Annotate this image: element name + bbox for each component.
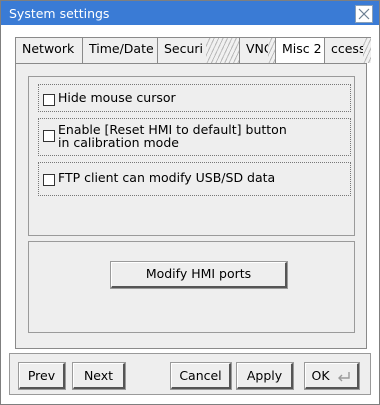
option-label-line-2: in calibration mode — [58, 135, 179, 150]
tab-label: ccess 2.0 — [331, 41, 364, 56]
option-hide-mouse-cursor[interactable]: Hide mouse cursor — [38, 84, 351, 112]
enter-key-icon — [337, 371, 350, 381]
tab-scroll-indicator[interactable] — [363, 37, 371, 63]
tab-time-date[interactable]: Time/Date — [82, 37, 158, 63]
apply-button[interactable]: Apply — [237, 363, 293, 389]
ok-button-label: OK — [311, 368, 330, 383]
misc-tab-panel: Hide mouse cursor Enable [Reset HMI to d… — [15, 63, 367, 349]
tab-label: VNC — [246, 41, 268, 56]
option-label: FTP client can modify USB/SD data — [58, 170, 276, 185]
ok-button[interactable]: OK — [305, 363, 359, 389]
tab-label: Misc 2 — [282, 41, 322, 56]
tab-label: Network — [22, 41, 75, 56]
tab-network[interactable]: Network — [15, 37, 83, 63]
ftp-modify-usb-checkbox[interactable] — [43, 174, 55, 186]
close-button[interactable] — [355, 5, 373, 23]
tab-access[interactable]: ccess 2.0 — [324, 37, 364, 63]
option-ftp-modify-usb[interactable]: FTP client can modify USB/SD data — [38, 162, 351, 196]
enable-reset-hmi-checkbox[interactable] — [43, 130, 55, 142]
tab-label: Securi — [164, 41, 204, 56]
options-group: Hide mouse cursor Enable [Reset HMI to d… — [28, 76, 355, 236]
tab-security[interactable]: Securi — [157, 37, 207, 63]
system-settings-window: System settings Network Time/Date Securi… — [0, 0, 380, 405]
tab-divider-hatch — [206, 37, 240, 63]
window-title: System settings — [9, 5, 110, 21]
tab-strip: Network Time/Date Securi VNC Misc 2 cces… — [9, 37, 371, 63]
dialog-button-bar: Prev Next Cancel Apply OK — [9, 353, 371, 395]
ports-group: Modify HMI ports — [28, 241, 355, 333]
next-button[interactable]: Next — [73, 363, 125, 389]
cancel-button[interactable]: Cancel — [171, 363, 231, 389]
option-label: Hide mouse cursor — [58, 90, 176, 105]
tab-vnc[interactable]: VNC — [239, 37, 269, 63]
option-label: Enable [Reset HMI to default] button in … — [58, 123, 287, 149]
option-enable-reset-hmi[interactable]: Enable [Reset HMI to default] button in … — [38, 118, 351, 156]
hide-mouse-cursor-checkbox[interactable] — [43, 94, 55, 106]
tab-label: Time/Date — [89, 41, 154, 56]
tab-misc[interactable]: Misc 2 — [275, 37, 325, 63]
prev-button[interactable]: Prev — [19, 363, 65, 389]
close-icon — [358, 8, 370, 20]
modify-hmi-ports-button[interactable]: Modify HMI ports — [111, 262, 287, 288]
title-bar: System settings — [1, 1, 379, 25]
